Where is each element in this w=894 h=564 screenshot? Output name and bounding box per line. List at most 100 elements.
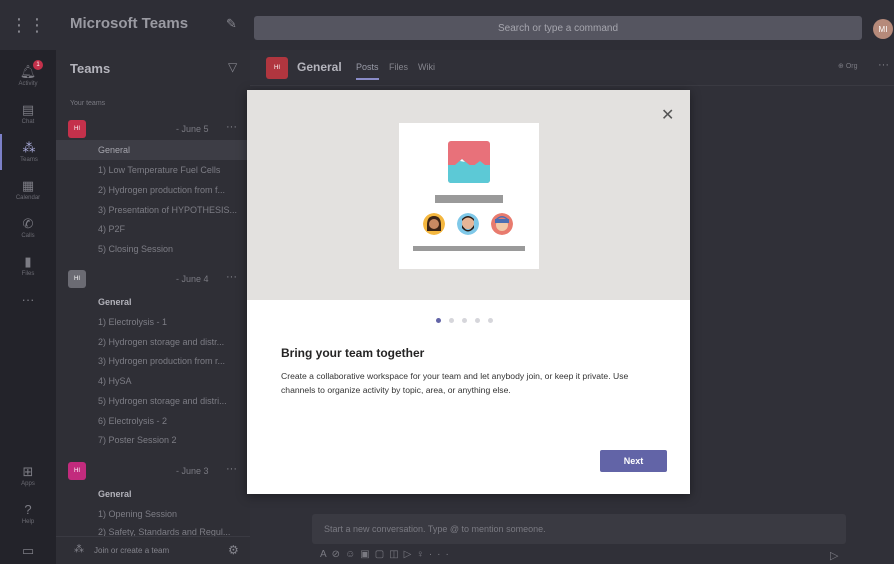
channel-item[interactable]: 6) Electrolysis - 2 bbox=[56, 411, 250, 431]
channel-item[interactable]: 4) HySA bbox=[56, 371, 250, 391]
dialog-title: Bring your team together bbox=[281, 346, 425, 360]
close-icon[interactable]: ✕ bbox=[661, 108, 674, 124]
attach-icon[interactable]: ⊘ bbox=[332, 549, 345, 560]
apps-icon: ⊞ bbox=[22, 464, 34, 479]
join-label: Join or create a team bbox=[94, 546, 170, 555]
rail-item-chat[interactable]: ▤ Chat bbox=[0, 96, 56, 132]
more-icon[interactable]: ··· bbox=[226, 121, 237, 133]
section-label: Your teams bbox=[70, 100, 106, 107]
more-icon[interactable]: ··· bbox=[878, 59, 889, 71]
rail-item-help[interactable]: ? Help bbox=[0, 496, 56, 532]
pager-dots bbox=[436, 318, 493, 323]
more-icon[interactable]: ··· bbox=[429, 549, 454, 560]
channel-item[interactable]: 2) Safety, Standards and Regul... bbox=[56, 522, 250, 536]
compose-toolbar: A⊘☺▣▢◫▷♀··· bbox=[320, 549, 454, 560]
channel-item[interactable]: General bbox=[56, 140, 250, 160]
feedback-icon: ▭ bbox=[21, 543, 35, 558]
rail-item-calendar[interactable]: ▦ Calendar bbox=[0, 172, 56, 208]
emoji-icon[interactable]: ☺ bbox=[345, 549, 360, 560]
dialog-body: Create a collaborative workspace for you… bbox=[281, 371, 629, 395]
notification-badge: 1 bbox=[33, 60, 43, 70]
rail-item-activity[interactable]: 🔔︎ 1 Activity bbox=[0, 58, 56, 94]
compose-box[interactable]: Start a new conversation. Type @ to ment… bbox=[312, 514, 846, 544]
chat-icon: ▤ bbox=[21, 102, 35, 117]
channel-header: HI General Posts Files Wiki ⊕ Org ··· bbox=[250, 50, 894, 86]
channel-item[interactable]: 1) Electrolysis - 1 bbox=[56, 312, 250, 332]
more-icon: ··· bbox=[21, 292, 35, 307]
channel-item[interactable]: 3) Presentation of HYPOTHESIS... bbox=[56, 200, 250, 220]
join-create-team[interactable]: ⁂ Join or create a team ⚙ bbox=[56, 536, 250, 564]
gear-icon[interactable]: ⚙ bbox=[228, 543, 239, 557]
org-label: Org bbox=[845, 63, 858, 70]
teams-icon: ⁂ bbox=[22, 140, 36, 155]
pager-dot[interactable] bbox=[488, 318, 493, 323]
sticker-icon[interactable]: ▢ bbox=[375, 549, 389, 560]
more-icon[interactable]: ··· bbox=[226, 463, 237, 475]
rail-label: Files bbox=[21, 271, 35, 277]
person-avatar-icon bbox=[457, 213, 479, 235]
file-icon: ▮ bbox=[24, 254, 32, 269]
rail-label: Apps bbox=[21, 481, 35, 487]
team-header[interactable]: HI - June 3 ··· bbox=[56, 459, 250, 483]
channel-item[interactable]: 2) Hydrogen production from f... bbox=[56, 180, 250, 200]
app-title: Microsoft Teams bbox=[70, 15, 189, 32]
stream-icon[interactable]: ▷ bbox=[404, 549, 417, 560]
team-header[interactable]: HI - June 4 ··· bbox=[56, 267, 250, 291]
org-icon: ⊕ bbox=[838, 63, 846, 70]
tab-wiki[interactable]: Wiki bbox=[418, 62, 435, 72]
pager-dot[interactable] bbox=[449, 318, 454, 323]
channel-item[interactable]: 7) Poster Session 2 bbox=[56, 430, 250, 450]
channel-item[interactable]: 4) P2F bbox=[56, 219, 250, 239]
team-name: - June 5 bbox=[176, 124, 209, 134]
rail-item-feedback[interactable]: ▭ bbox=[0, 538, 56, 564]
channel-item[interactable]: 2) Hydrogen storage and distr... bbox=[56, 332, 250, 352]
next-button[interactable]: Next bbox=[600, 450, 667, 472]
tab-posts[interactable]: Posts bbox=[356, 62, 379, 80]
search-input[interactable] bbox=[254, 16, 862, 40]
format-icon[interactable]: A bbox=[320, 549, 332, 560]
more-icon[interactable]: ··· bbox=[226, 271, 237, 283]
team-logo: HI bbox=[68, 462, 86, 480]
channel-item[interactable]: 1) Opening Session bbox=[56, 504, 250, 524]
rail-item-teams[interactable]: ⁂ Teams bbox=[0, 134, 56, 170]
rail-item-more[interactable]: ··· bbox=[0, 282, 56, 318]
rail-label: Activity bbox=[18, 81, 38, 87]
rail-item-calls[interactable]: ✆ Calls bbox=[0, 210, 56, 246]
filter-icon[interactable]: ▽ bbox=[228, 60, 237, 74]
rail-label: Help bbox=[21, 519, 35, 525]
new-chat-icon[interactable]: ✎ bbox=[226, 16, 237, 32]
channel-item[interactable]: General bbox=[56, 292, 250, 312]
gif-icon[interactable]: ▣ bbox=[360, 549, 374, 560]
channel-item[interactable]: General bbox=[56, 484, 250, 504]
placeholder-line bbox=[435, 195, 503, 203]
channel-item[interactable]: 5) Closing Session bbox=[56, 239, 250, 259]
pager-dot[interactable] bbox=[462, 318, 467, 323]
channel-item[interactable]: 3) Hydrogen production from r... bbox=[56, 351, 250, 371]
meet-icon[interactable]: ◫ bbox=[389, 549, 403, 560]
join-team-icon: ⁂ bbox=[74, 544, 84, 555]
team-header[interactable]: HI - June 5 ··· bbox=[56, 117, 250, 141]
team-logo: HI bbox=[68, 270, 86, 288]
image-icon bbox=[448, 141, 490, 183]
team-name: - June 3 bbox=[176, 466, 209, 476]
placeholder-line bbox=[413, 246, 525, 251]
send-icon[interactable]: ▷ bbox=[830, 549, 838, 562]
channel-title: General bbox=[297, 60, 342, 74]
phone-icon: ✆ bbox=[22, 216, 34, 231]
person-avatar-icon bbox=[491, 213, 513, 235]
rail-item-files[interactable]: ▮ Files bbox=[0, 248, 56, 284]
channel-item[interactable]: 1) Low Temperature Fuel Cells bbox=[56, 160, 250, 180]
app-rail: 🔔︎ 1 Activity ▤ Chat ⁂ Teams ▦ Calendar … bbox=[0, 50, 56, 564]
channel-item[interactable]: 5) Hydrogen storage and distri... bbox=[56, 391, 250, 411]
praise-icon[interactable]: ♀ bbox=[416, 549, 429, 560]
tab-files[interactable]: Files bbox=[389, 62, 408, 72]
pager-dot[interactable] bbox=[436, 318, 441, 323]
rail-item-apps[interactable]: ⊞ Apps bbox=[0, 458, 56, 494]
org-button[interactable]: ⊕ Org bbox=[838, 62, 857, 70]
avatar[interactable]: MI bbox=[873, 19, 893, 39]
channel-logo: HI bbox=[266, 57, 288, 79]
app-launcher-icon[interactable]: ⋮⋮ bbox=[0, 0, 56, 50]
help-icon: ? bbox=[24, 502, 32, 517]
pager-dot[interactable] bbox=[475, 318, 480, 323]
compose-placeholder: Start a new conversation. Type @ to ment… bbox=[324, 524, 546, 534]
